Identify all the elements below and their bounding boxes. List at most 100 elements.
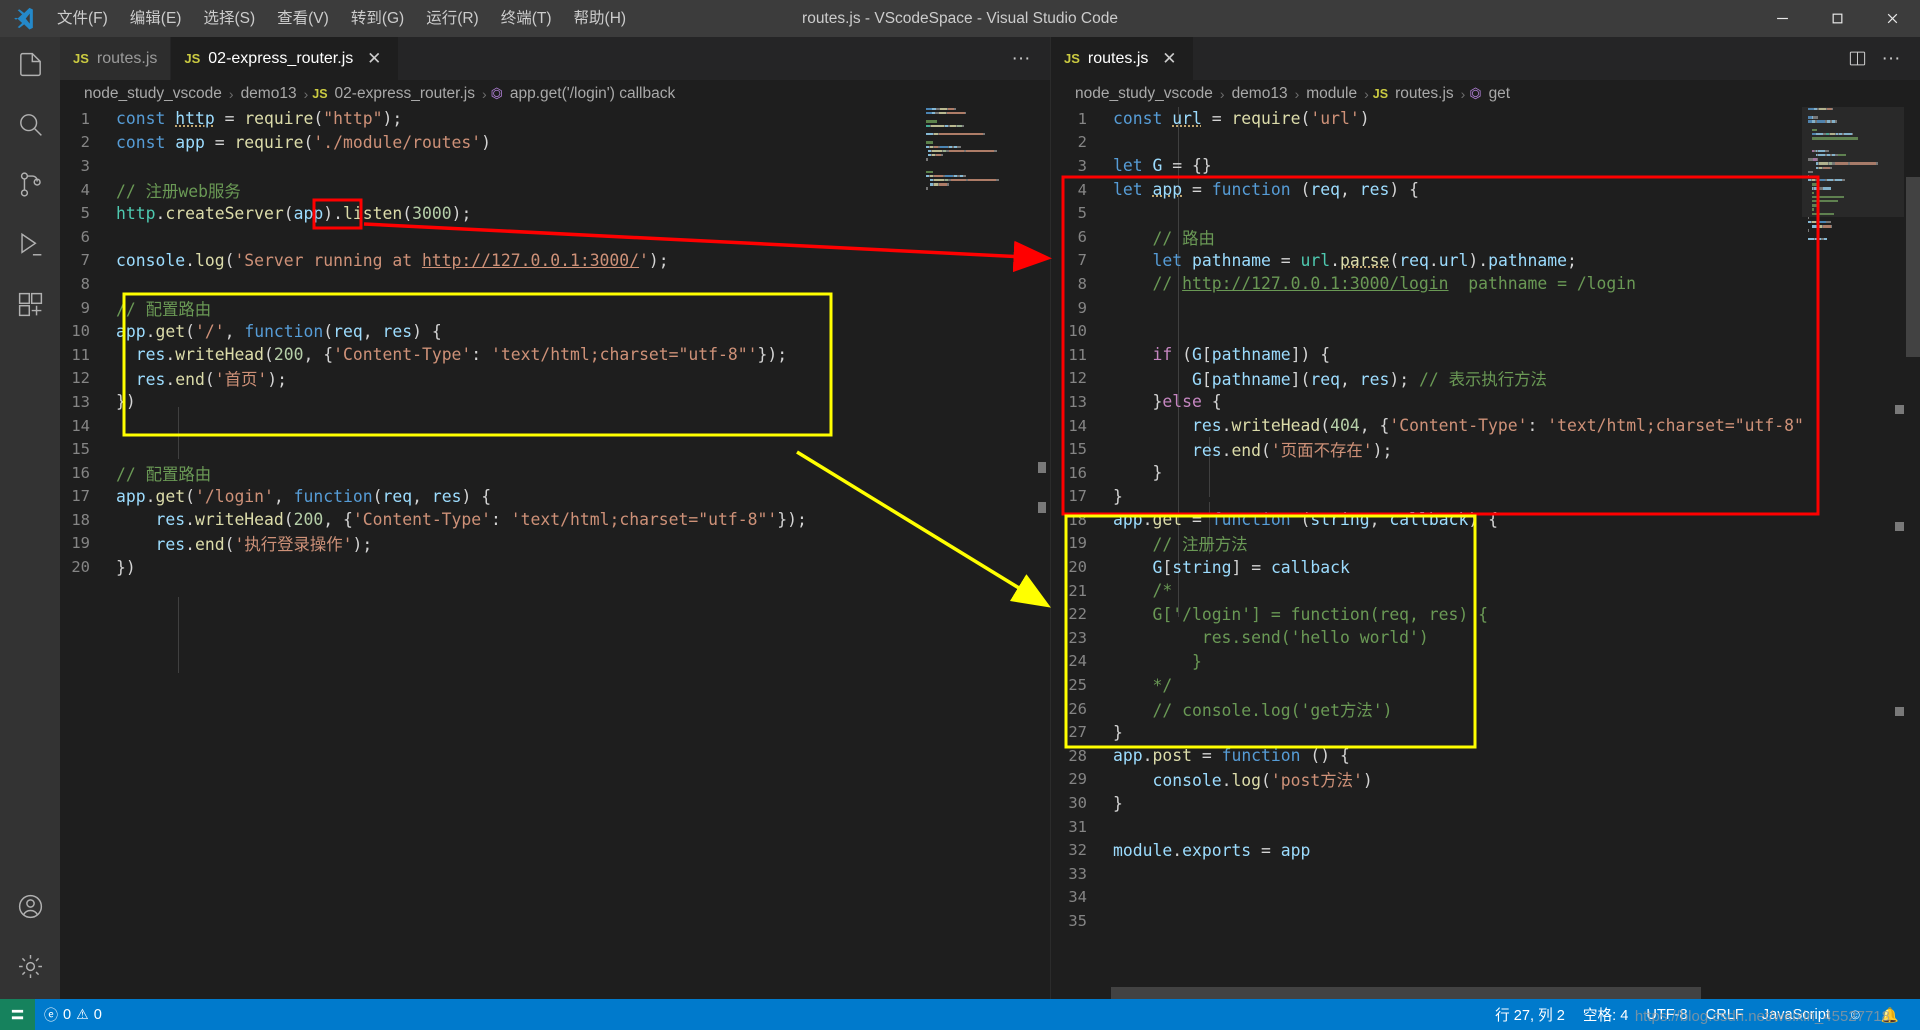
breadcrumb-segment[interactable]: 02-express_router.js <box>332 85 478 103</box>
minimap-left[interactable] <box>920 107 1030 999</box>
maximize-button[interactable] <box>1810 0 1865 37</box>
code-line[interactable]: 26 // console.log('get方法') <box>1051 697 1920 721</box>
code-line[interactable]: 14 <box>60 414 1050 438</box>
code-line[interactable]: 14 res.writeHead(404, {'Content-Type': '… <box>1051 414 1920 438</box>
tab-routes-js-right[interactable]: JS routes.js ✕ <box>1051 37 1195 80</box>
code-line[interactable]: 18 app.get = function (string, callback) … <box>1051 508 1920 532</box>
tab-actions-right[interactable]: ··· <box>1842 37 1920 80</box>
code-line[interactable]: 12 G[pathname](req, res); // 表示执行方法 <box>1051 367 1920 391</box>
sidebar-item-source-control[interactable] <box>0 157 60 217</box>
code-line[interactable]: 19 // 注册方法 <box>1051 532 1920 556</box>
breadcrumb-segment[interactable]: demo13 <box>1229 85 1291 103</box>
breadcrumb-segment[interactable]: routes.js <box>1392 85 1457 103</box>
horizontal-scrollbar[interactable] <box>1111 987 1701 999</box>
breadcrumb-segment[interactable]: node_study_vscode <box>1072 85 1216 103</box>
code-line[interactable]: 4 // 注册web服务 <box>60 178 1050 202</box>
code-lines-left[interactable]: 1 const http = require("http"); 2 const app… <box>60 107 1050 579</box>
overview-ruler-mark[interactable] <box>1038 502 1046 513</box>
code-line[interactable]: 7 let pathname = url.parse(req.url).path… <box>1051 249 1920 273</box>
tab-bar-right[interactable]: JS routes.js ✕ ··· <box>1051 37 1920 80</box>
overview-ruler-mark[interactable] <box>1895 707 1904 716</box>
encoding-status[interactable]: UTF-8 <box>1637 999 1696 1030</box>
code-line[interactable]: 32 module.exports = app <box>1051 838 1920 862</box>
sidebar-item-accounts[interactable] <box>0 879 60 939</box>
code-line[interactable]: 5 <box>1051 201 1920 225</box>
tab-02-express-router-js[interactable]: JS 02-express_router.js ✕ <box>171 37 400 80</box>
sidebar-item-explorer[interactable] <box>0 37 60 97</box>
menu-help[interactable]: 帮助(H) <box>563 0 638 37</box>
code-line[interactable]: 34 <box>1051 886 1920 910</box>
code-line[interactable]: 29 console.log('post方法') <box>1051 768 1920 792</box>
menu-run[interactable]: 运行(R) <box>415 0 490 37</box>
breadcrumb-segment[interactable]: app.get('/login') callback <box>507 85 678 103</box>
code-line[interactable]: 27} <box>1051 720 1920 744</box>
sidebar-item-run-debug[interactable] <box>0 217 60 277</box>
code-line[interactable]: 20 G[string] = callback <box>1051 555 1920 579</box>
code-line[interactable]: 13 }else { <box>1051 390 1920 414</box>
breadcrumb-left[interactable]: node_study_vscode › demo13 › JS 02-expre… <box>60 80 1050 107</box>
eol-status[interactable]: CRLF <box>1697 999 1753 1030</box>
minimap-slider[interactable] <box>1802 107 1904 217</box>
code-line[interactable]: 9 <box>1051 296 1920 320</box>
code-line[interactable]: 13}) <box>60 390 1050 414</box>
activity-bar[interactable] <box>0 37 60 999</box>
overview-ruler-mark[interactable] <box>1895 522 1904 531</box>
code-line[interactable]: 30} <box>1051 791 1920 815</box>
tab-bar-left[interactable]: JS routes.js JS 02-express_router.js ✕ ·… <box>60 37 1050 80</box>
code-line[interactable]: 18 res.writeHead(200, {'Content-Type': '… <box>60 508 1050 532</box>
code-line[interactable]: 2 <box>1051 131 1920 155</box>
code-line[interactable]: 9 // 配置路由 <box>60 296 1050 320</box>
code-line[interactable]: 19 res.end('执行登录操作'); <box>60 532 1050 556</box>
close-icon[interactable]: ✕ <box>363 48 385 70</box>
menu-file[interactable]: 文件(F) <box>46 0 119 37</box>
overview-ruler-mark[interactable] <box>1895 405 1904 414</box>
menu-edit[interactable]: 编辑(E) <box>119 0 193 37</box>
code-line[interactable]: 15 res.end('页面不存在'); <box>1051 437 1920 461</box>
sidebar-item-settings[interactable] <box>0 939 60 999</box>
code-line[interactable]: 21 /* <box>1051 579 1920 603</box>
code-line[interactable]: 7 console.log('Server running at http://1… <box>60 249 1050 273</box>
code-line[interactable]: 16 } <box>1051 461 1920 485</box>
code-editor-left[interactable]: 1 const http = require("http"); 2 const app… <box>60 107 1050 999</box>
code-line[interactable]: 15 <box>60 437 1050 461</box>
code-line[interactable]: 4 let app = function (req, res) { <box>1051 178 1920 202</box>
feedback-smiley-icon[interactable]: ☺ <box>1839 999 1872 1030</box>
breadcrumb-right[interactable]: node_study_vscode › demo13 › module › JS… <box>1051 80 1920 107</box>
code-line[interactable]: 10 <box>1051 319 1920 343</box>
breadcrumb-segment[interactable]: module <box>1303 85 1360 103</box>
code-line[interactable]: 22 G['/login'] = function(req, res) { <box>1051 602 1920 626</box>
breadcrumb-segment[interactable]: demo13 <box>238 85 300 103</box>
code-line[interactable]: 17} <box>1051 485 1920 509</box>
code-line[interactable]: 24 } <box>1051 650 1920 674</box>
split-editor-button[interactable] <box>1842 44 1872 74</box>
code-line[interactable]: 20}) <box>60 555 1050 579</box>
language-mode-status[interactable]: JavaScript <box>1753 999 1839 1030</box>
code-line[interactable]: 25 */ <box>1051 673 1920 697</box>
code-line[interactable]: 8 <box>60 272 1050 296</box>
overview-ruler-mark[interactable] <box>1038 462 1046 473</box>
code-line[interactable]: 28 app.post = function () { <box>1051 744 1920 768</box>
code-line[interactable]: 35 <box>1051 909 1920 933</box>
status-bar[interactable]: ⓔ 0 ⚠ 0 行 27, 列 2 空格: 4 UTF-8 CRLF JavaS… <box>0 999 1920 1030</box>
code-line[interactable]: 33 <box>1051 862 1920 886</box>
sidebar-item-extensions[interactable] <box>0 277 60 337</box>
code-line[interactable]: 2 const app = require('./module/routes') <box>60 131 1050 155</box>
code-line[interactable]: 6 // 路由 <box>1051 225 1920 249</box>
menu-bar[interactable]: 文件(F) 编辑(E) 选择(S) 查看(V) 转到(G) 运行(R) 终端(T… <box>46 0 637 37</box>
code-line[interactable]: 1 const url = require('url') <box>1051 107 1920 131</box>
menu-view[interactable]: 查看(V) <box>266 0 340 37</box>
code-lines-right[interactable]: 1 const url = require('url') 2 3 let G = {} 4… <box>1051 107 1920 933</box>
window-controls[interactable] <box>1755 0 1920 37</box>
code-line[interactable]: 3 <box>60 154 1050 178</box>
minimize-button[interactable] <box>1755 0 1810 37</box>
minimap-right[interactable] <box>1802 107 1904 999</box>
menu-terminal[interactable]: 终端(T) <box>490 0 563 37</box>
code-line[interactable]: 1 const http = require("http"); <box>60 107 1050 131</box>
breadcrumb-segment[interactable]: node_study_vscode <box>81 85 225 103</box>
tab-actions-left[interactable]: ··· <box>1006 37 1050 80</box>
menu-selection[interactable]: 选择(S) <box>192 0 266 37</box>
breadcrumb-segment[interactable]: get <box>1486 85 1514 103</box>
more-actions-button[interactable]: ··· <box>1006 44 1036 74</box>
code-editor-right[interactable]: 1 const url = require('url') 2 3 let G = {} 4… <box>1051 107 1920 999</box>
code-line[interactable]: 11 res.writeHead(200, {'Content-Type': '… <box>60 343 1050 367</box>
